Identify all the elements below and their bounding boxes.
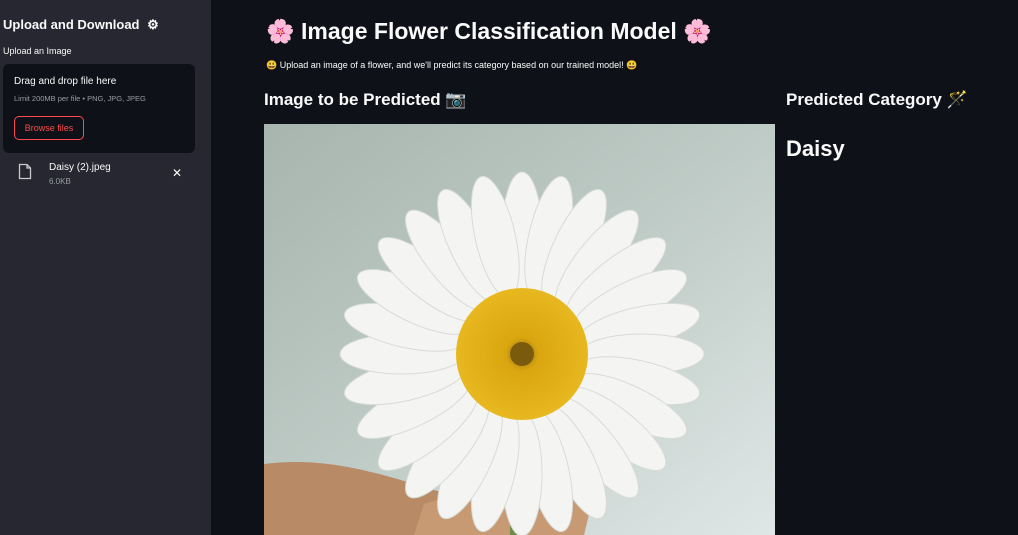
flower-image <box>264 124 775 535</box>
uploaded-file-item: Daisy (2).jpeg 6.0KB ✕ <box>0 158 211 190</box>
close-icon[interactable]: ✕ <box>172 166 182 180</box>
file-icon <box>18 163 32 180</box>
page-subtitle: 😃 Upload an image of a flower, and we'll… <box>266 60 638 70</box>
dropzone-text: Drag and drop file here <box>14 76 117 87</box>
dropzone-limit: Limit 200MB per file • PNG, JPG, JPEG <box>14 94 146 103</box>
file-dropzone[interactable]: Drag and drop file here Limit 200MB per … <box>3 64 195 153</box>
browse-files-button[interactable]: Browse files <box>14 116 84 140</box>
page-title: 🌸 Image Flower Classification Model 🌸 <box>266 18 712 44</box>
sidebar: Upload and Download ⚙ Upload an Image Dr… <box>0 0 211 535</box>
prediction-heading: Predicted Category 🪄 <box>786 90 968 109</box>
sidebar-title-text: Upload and Download <box>3 17 140 32</box>
prediction-value: Daisy <box>786 136 845 161</box>
sidebar-title: Upload and Download ⚙ <box>3 17 159 33</box>
image-heading: Image to be Predicted 📷 <box>264 90 467 109</box>
file-name: Daisy (2).jpeg <box>49 162 111 173</box>
file-size: 6.0KB <box>49 177 71 186</box>
gear-icon: ⚙ <box>147 17 159 32</box>
upload-label: Upload an Image <box>3 46 72 56</box>
